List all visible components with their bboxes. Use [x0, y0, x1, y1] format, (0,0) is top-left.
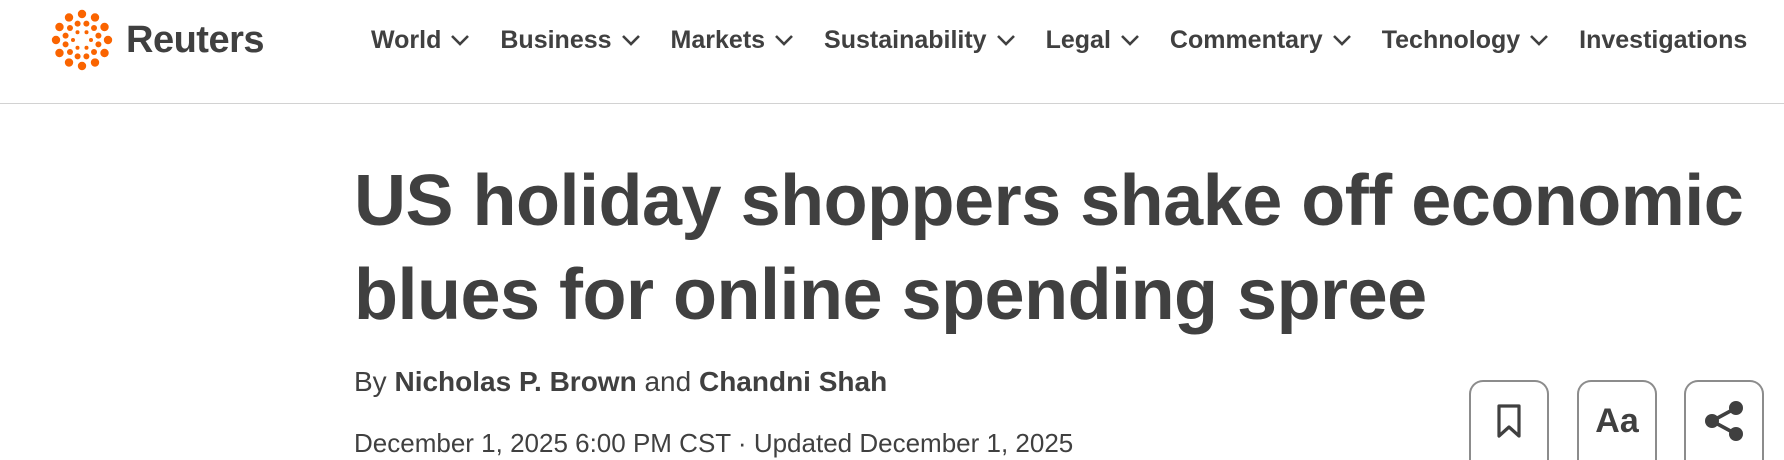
reuters-logo-link[interactable]: Reuters: [50, 8, 265, 72]
logo-dot: [83, 53, 90, 60]
logo-dot: [55, 22, 64, 32]
nav-item-label: Technology: [1381, 25, 1521, 54]
logo-dot: [64, 58, 74, 67]
logo-dot: [77, 9, 87, 19]
logo-dot: [95, 41, 102, 48]
site-header: Reuters World Business Markets Sustainab…: [0, 0, 1784, 104]
nav-item-label: Legal: [1045, 25, 1111, 54]
logo-dot: [103, 35, 113, 45]
author-link-2[interactable]: Chandni Shah: [699, 366, 887, 397]
nav-item-label: Business: [500, 25, 612, 54]
logo-dot: [66, 24, 73, 31]
logo-dot: [71, 38, 75, 42]
font-size-label: Aa: [1595, 401, 1639, 440]
main-nav: World Business Markets Sustainability Le…: [371, 22, 1777, 58]
logo-dot: [91, 24, 98, 31]
logo-dot: [84, 45, 89, 50]
logo-dot: [64, 13, 74, 22]
logo-dot: [74, 20, 81, 27]
logo-dot: [91, 49, 98, 56]
font-size-button[interactable]: Aa: [1577, 380, 1657, 460]
dateline: December 1, 2025 6:00 PM CST · Updated D…: [354, 428, 1074, 458]
nav-item-technology[interactable]: Technology: [1382, 26, 1549, 55]
bookmark-icon: [1497, 404, 1521, 438]
logo-dot: [100, 22, 109, 32]
nav-item-world[interactable]: World: [371, 26, 470, 55]
byline: By Nicholas P. Brown and Chandni Shah: [354, 366, 887, 398]
logo-dot: [95, 32, 102, 39]
logo-dot: [83, 20, 90, 27]
logo-dot: [75, 45, 80, 50]
logo-dot: [100, 48, 109, 58]
author-link-1[interactable]: Nicholas P. Brown: [394, 366, 636, 397]
logo-dot: [55, 48, 64, 58]
nav-item-sustainability[interactable]: Sustainability: [824, 26, 1016, 55]
article-headline: US holiday shoppers shake off economic b…: [354, 161, 1744, 335]
nav-item-legal[interactable]: Legal: [1046, 26, 1140, 55]
brand-name: Reuters: [126, 18, 265, 61]
byline-conjunction: and: [644, 366, 692, 397]
chevron-down-icon: [451, 35, 470, 46]
logo-dot: [84, 30, 89, 35]
nav-item-label: World: [371, 25, 442, 54]
reuters-dots-logo-icon: [51, 9, 113, 71]
nav-item-label: Commentary: [1169, 25, 1323, 54]
logo-dot: [51, 35, 61, 45]
logo-dot: [75, 30, 80, 35]
nav-item-markets[interactable]: Markets: [671, 26, 795, 55]
chevron-down-icon: [1332, 35, 1351, 46]
chevron-down-icon: [775, 35, 793, 46]
nav-item-commentary[interactable]: Commentary: [1170, 26, 1352, 55]
logo-dot: [62, 41, 69, 48]
share-button[interactable]: [1684, 380, 1764, 460]
logo-dot: [90, 58, 100, 67]
logo-dot: [66, 49, 73, 56]
chevron-down-icon: [996, 35, 1015, 46]
chevron-down-icon: [1120, 35, 1139, 46]
nav-item-label: Sustainability: [824, 25, 987, 54]
byline-prefix: By: [354, 366, 387, 397]
logo-dot: [89, 38, 93, 42]
nav-item-business[interactable]: Business: [500, 26, 640, 55]
logo-dot: [77, 61, 87, 71]
chevron-down-icon: [1530, 35, 1549, 46]
logo-dot: [90, 13, 100, 22]
chevron-down-icon: [621, 35, 640, 46]
bookmark-button[interactable]: [1469, 380, 1549, 460]
nav-item-label: Investigations: [1579, 25, 1748, 54]
nav-item-label: Markets: [670, 25, 766, 54]
share-icon: [1705, 401, 1743, 441]
nav-item-investigations[interactable]: Investigations: [1579, 26, 1747, 55]
logo-dot: [62, 32, 69, 39]
logo-dot: [74, 53, 81, 60]
